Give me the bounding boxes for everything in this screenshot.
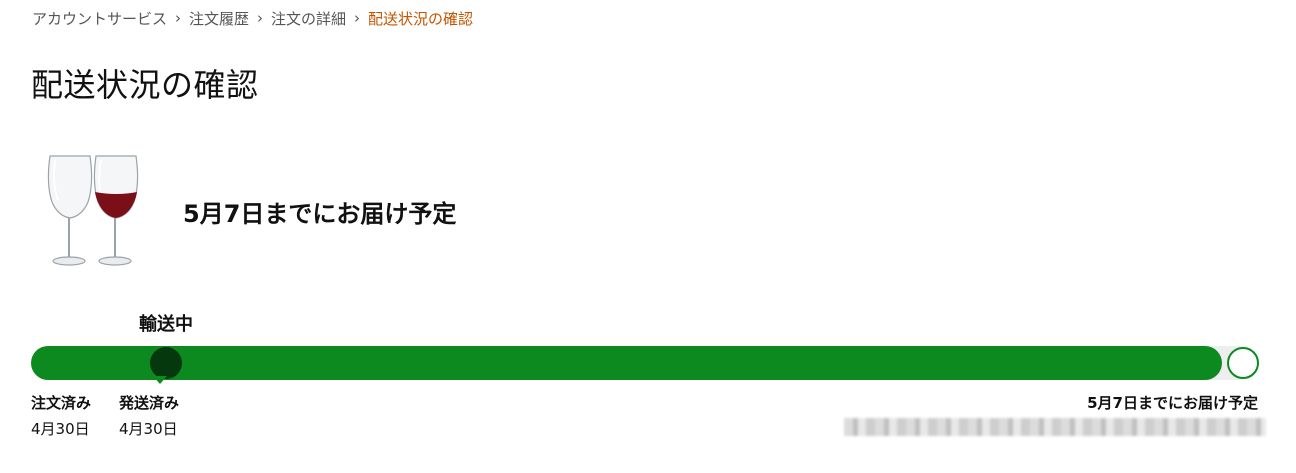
milestone-ordered-label: 注文済み	[31, 394, 92, 412]
milestone-shipped-label: 発送済み	[119, 394, 180, 412]
breadcrumb-separator: ›	[175, 9, 182, 27]
milestone-ordered: 注文済み 4月30日	[31, 393, 91, 439]
breadcrumb-order-history[interactable]: 注文履歴	[189, 8, 249, 29]
milestone-shipped-date: 4月30日	[119, 420, 178, 438]
breadcrumb-current: 配送状況の確認	[368, 9, 474, 28]
delivery-estimate-heading: 5月7日までにお届け予定	[183, 200, 457, 228]
breadcrumb-separator: ›	[257, 9, 264, 27]
breadcrumb-account-services[interactable]: アカウントサービス	[32, 8, 167, 29]
shipment-progress-tracker	[31, 346, 1259, 384]
breadcrumb-separator: ›	[354, 9, 361, 27]
delivery-endpoint-marker	[1227, 347, 1259, 379]
page-title: 配送状況の確認	[31, 66, 259, 104]
milestone-shipped: 発送済み 4月30日	[119, 393, 179, 439]
current-status-marker	[150, 347, 182, 379]
milestone-delivery-label: 5月7日までにお届け予定	[1087, 394, 1258, 412]
status-pointer	[153, 376, 167, 384]
milestone-ordered-date: 4月30日	[31, 420, 90, 438]
wine-glasses-image	[47, 155, 139, 266]
shipment-status-label: 輸送中	[139, 314, 193, 335]
product-image[interactable]	[42, 150, 146, 272]
progress-fill	[31, 346, 1222, 380]
redacted-address-text	[844, 418, 1266, 436]
breadcrumb-order-details[interactable]: 注文の詳細	[271, 8, 346, 29]
breadcrumb: アカウントサービス › 注文履歴 › 注文の詳細 › 配送状況の確認	[32, 7, 473, 29]
milestone-delivery: 5月7日までにお届け予定	[1087, 393, 1258, 413]
